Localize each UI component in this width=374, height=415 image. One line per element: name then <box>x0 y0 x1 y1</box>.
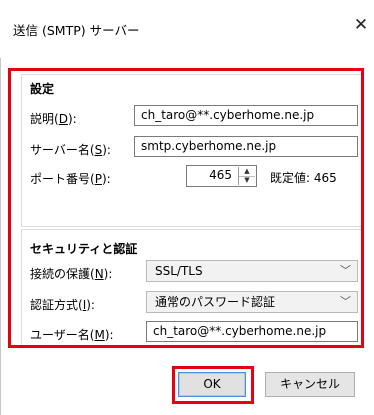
window-edge <box>0 58 1 415</box>
dialog-titlebar: 送信 (SMTP) サーバー ✕ <box>0 0 374 58</box>
close-icon[interactable]: ✕ <box>350 13 372 37</box>
highlight-frame-settings <box>8 68 364 348</box>
highlight-frame-ok <box>172 366 254 404</box>
dialog-title: 送信 (SMTP) サーバー <box>13 23 140 38</box>
cancel-button[interactable]: キャンセル <box>265 372 355 397</box>
